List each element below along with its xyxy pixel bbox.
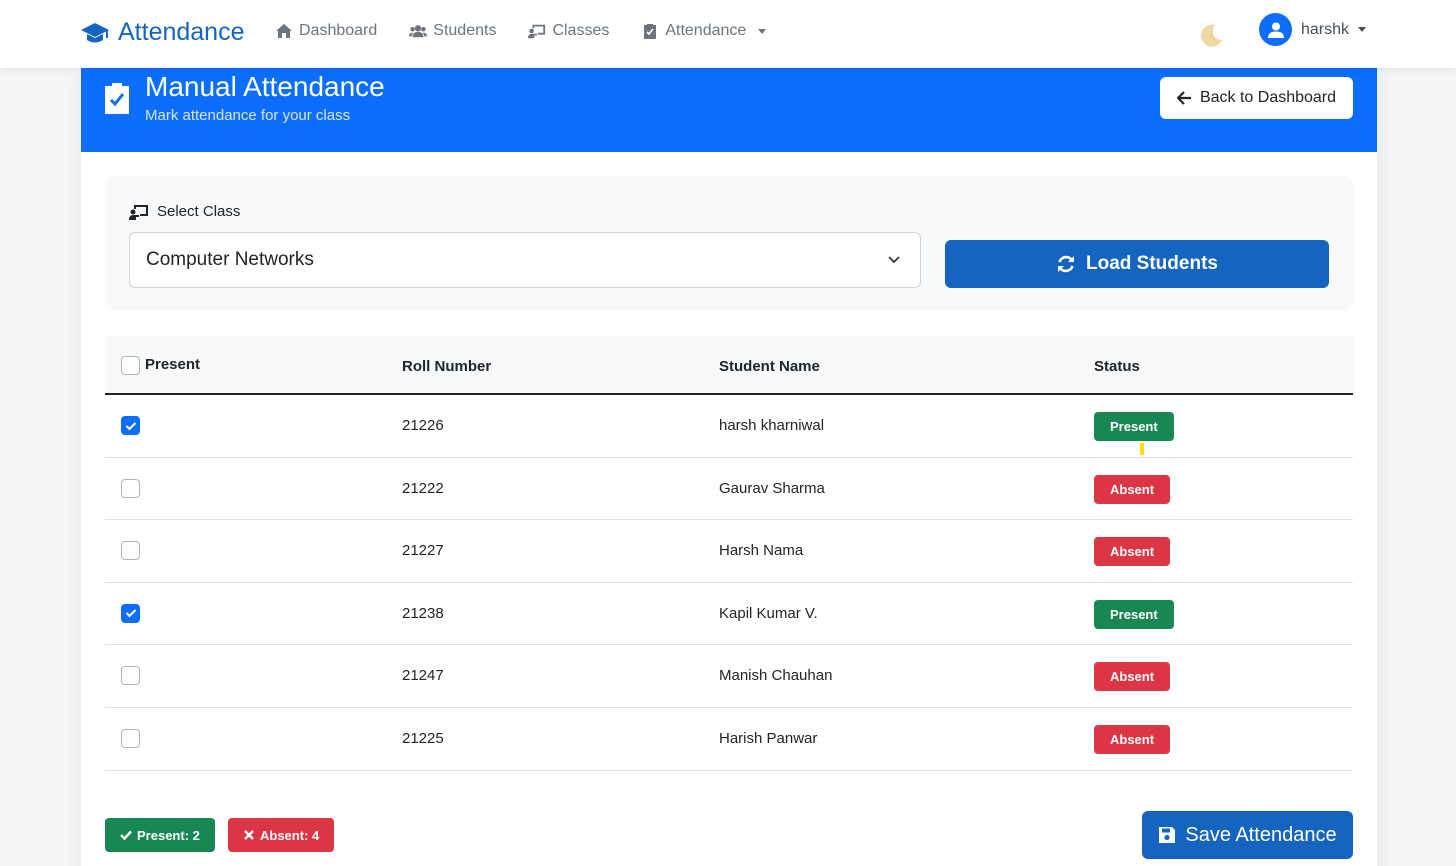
- card-header: Manual Attendance Mark attendance for yo…: [81, 68, 1377, 152]
- student-name-cell: Gaurav Sharma: [719, 479, 825, 497]
- table-row: 21225 Harish Panwar Absent: [105, 708, 1353, 771]
- back-to-dashboard-button[interactable]: Back to Dashboard: [1160, 77, 1353, 119]
- load-students-button[interactable]: Load Students: [945, 240, 1329, 288]
- status-badge: Present: [1094, 412, 1174, 441]
- arrow-left-icon: [1176, 91, 1191, 105]
- absent-count-text: Absent: 4: [260, 827, 320, 843]
- present-count-badge: Present: 2: [105, 818, 215, 852]
- moon-icon[interactable]: [1198, 22, 1224, 48]
- student-name-cell: Harsh Nama: [719, 542, 804, 560]
- graduation-cap-icon: [81, 22, 109, 42]
- class-select-panel: Select Class Computer Networks Load Stud…: [105, 176, 1353, 311]
- home-icon: [276, 24, 292, 38]
- load-students-label: Load Students: [1086, 253, 1218, 274]
- roll-number-cell: 21226: [402, 417, 444, 434]
- nav-attendance-label: Attendance: [665, 22, 747, 39]
- user-menu[interactable]: harshk: [1259, 13, 1367, 46]
- table-row: 21238 Kapil Kumar V. Present: [105, 583, 1353, 646]
- status-badge: Absent: [1094, 724, 1171, 754]
- chalkboard-icon: [528, 24, 546, 39]
- check-icon: [120, 830, 132, 841]
- user-icon: [1267, 22, 1284, 38]
- nav-dashboard[interactable]: Dashboard: [275, 22, 377, 40]
- refresh-icon: [1058, 255, 1075, 273]
- roll-number-cell: 21222: [402, 479, 444, 497]
- present-checkbox[interactable]: [121, 603, 140, 623]
- class-select-value: Computer Networks: [146, 249, 314, 270]
- clipboard-check-icon: [105, 83, 129, 114]
- student-name-cell: Manish Chauhan: [719, 667, 833, 685]
- nav-classes-label: Classes: [552, 22, 610, 39]
- nav-dashboard-label: Dashboard: [299, 22, 378, 39]
- class-select[interactable]: Computer Networks: [129, 232, 921, 288]
- attendance-card: Manual Attendance Mark attendance for yo…: [81, 68, 1377, 866]
- student-name-cell: Kapil Kumar V.: [719, 604, 818, 622]
- status-badge: Absent: [1094, 662, 1171, 692]
- roll-number-cell: 21247: [402, 667, 444, 685]
- brand-name: Attendance: [118, 18, 245, 46]
- status-badge: Absent: [1094, 537, 1171, 567]
- present-checkbox[interactable]: [121, 728, 140, 748]
- select-class-text: Select Class: [157, 203, 241, 220]
- page-title: Manual Attendance: [145, 71, 385, 102]
- nav-classes[interactable]: Classes: [528, 22, 609, 40]
- present-checkbox[interactable]: [121, 416, 140, 435]
- nav-students[interactable]: Students: [409, 22, 496, 40]
- save-icon: [1159, 827, 1176, 843]
- header-student-name: Student Name: [719, 358, 820, 375]
- student-name-cell: Harish Panwar: [719, 729, 818, 747]
- check-icon: [125, 609, 136, 618]
- users-icon: [409, 25, 428, 38]
- roll-number-cell: 21238: [402, 604, 444, 622]
- page-subtitle: Mark attendance for your class: [145, 107, 351, 124]
- header-roll-number: Roll Number: [402, 358, 492, 375]
- table-row: 21226 harsh kharniwal Present: [105, 395, 1353, 458]
- table-header: Present Roll Number Student Name Status: [105, 336, 1353, 395]
- table-row: 21247 Manish Chauhan Absent: [105, 645, 1353, 708]
- nav-links: Dashboard Students Classes Attendance: [275, 22, 767, 40]
- brand[interactable]: Attendance: [80, 18, 245, 47]
- save-attendance-label: Save Attendance: [1185, 823, 1337, 846]
- x-icon: [244, 830, 254, 840]
- navbar: Attendance Dashboard Students Classes At…: [0, 0, 1456, 68]
- select-class-label: Select Class: [129, 203, 240, 220]
- cursor-marker: [1140, 443, 1144, 455]
- user-name: harshk: [1301, 20, 1350, 38]
- select-all-checkbox[interactable]: [121, 356, 140, 375]
- avatar: [1259, 13, 1292, 46]
- nav-students-label: Students: [433, 22, 497, 39]
- clipboard-check-icon: [644, 24, 657, 39]
- check-icon: [125, 421, 136, 430]
- header-status: Status: [1094, 358, 1140, 375]
- attendance-table: Present Roll Number Student Name Status …: [105, 336, 1353, 771]
- status-badge: Absent: [1094, 474, 1171, 504]
- status-badge: Present: [1094, 599, 1174, 629]
- chevron-down-icon: [888, 256, 900, 264]
- roll-number-cell: 21225: [402, 729, 444, 747]
- present-count-text: Present: 2: [137, 827, 200, 843]
- present-checkbox[interactable]: [121, 541, 140, 561]
- chalkboard-icon: [129, 204, 148, 220]
- absent-count-badge: Absent: 4: [228, 818, 335, 852]
- save-attendance-button[interactable]: Save Attendance: [1142, 811, 1353, 859]
- student-name-cell: harsh kharniwal: [719, 417, 825, 434]
- table-row: 21227 Harsh Nama Absent: [105, 520, 1353, 583]
- table-body: 21226 harsh kharniwal Present 21222 Gaurav S…: [105, 395, 1353, 771]
- header-present: Present: [145, 356, 201, 373]
- table-row: 21222 Gaurav Sharma Absent: [105, 458, 1353, 521]
- present-checkbox[interactable]: [121, 478, 140, 498]
- caret-down-icon: [758, 28, 767, 34]
- present-checkbox[interactable]: [121, 666, 140, 686]
- caret-down-icon: [1358, 27, 1367, 32]
- roll-number-cell: 21227: [402, 542, 444, 560]
- nav-attendance-dropdown[interactable]: Attendance: [641, 22, 767, 40]
- back-to-dashboard-label: Back to Dashboard: [1199, 89, 1337, 106]
